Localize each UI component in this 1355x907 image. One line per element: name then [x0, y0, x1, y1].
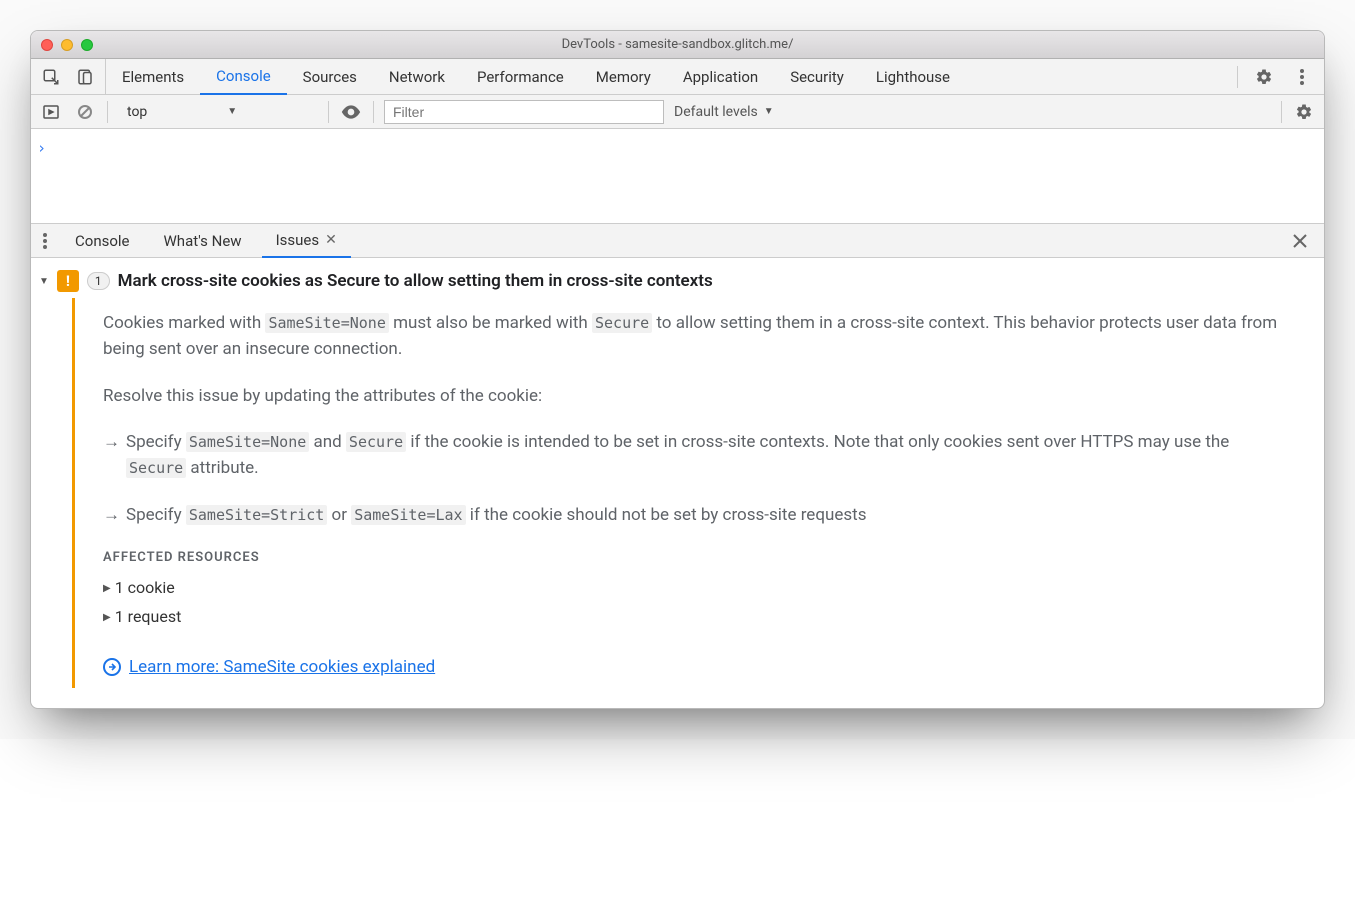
- window-maximize-button[interactable]: [81, 39, 93, 51]
- arrow-icon: →: [103, 429, 120, 482]
- drawer-tab-console[interactable]: Console: [61, 224, 144, 257]
- drawer-tab-whatsnew[interactable]: What's New: [150, 224, 256, 257]
- devtools-window: DevTools - samesite-sandbox.glitch.me/ E…: [30, 30, 1325, 709]
- issues-panel: ▼ ! 1 Mark cross-site cookies as Secure …: [31, 258, 1324, 708]
- issue-bullet-1: → Specify SameSite=None and Secure if th…: [103, 429, 1292, 482]
- tab-sources[interactable]: Sources: [287, 59, 373, 94]
- tab-security[interactable]: Security: [774, 59, 860, 94]
- issue-description: Cookies marked with SameSite=None must a…: [72, 298, 1318, 688]
- window-minimize-button[interactable]: [61, 39, 73, 51]
- tab-memory[interactable]: Memory: [580, 59, 667, 94]
- collapse-triangle-icon[interactable]: ▼: [39, 276, 49, 287]
- chevron-down-icon: ▼: [227, 106, 237, 117]
- main-tabstrip: Elements Console Sources Network Perform…: [31, 59, 1324, 95]
- context-selector[interactable]: top ▼: [118, 100, 318, 124]
- issue-paragraph-1: Cookies marked with SameSite=None must a…: [103, 310, 1292, 363]
- learn-more-link[interactable]: Learn more: SameSite cookies explained: [129, 654, 435, 680]
- affected-cookie-row[interactable]: ▶1 cookie: [103, 576, 1292, 601]
- drawer-close-icon[interactable]: [1288, 229, 1312, 253]
- tab-lighthouse[interactable]: Lighthouse: [860, 59, 966, 94]
- window-close-button[interactable]: [41, 39, 53, 51]
- settings-gear-icon[interactable]: [1252, 65, 1276, 89]
- issue-header[interactable]: ▼ ! 1 Mark cross-site cookies as Secure …: [37, 270, 1318, 292]
- tab-console[interactable]: Console: [200, 60, 287, 95]
- chevron-down-icon: ▼: [764, 106, 774, 117]
- warning-icon: !: [57, 270, 79, 292]
- console-toolbar: top ▼ Default levels ▼: [31, 95, 1324, 129]
- issue-title: Mark cross-site cookies as Secure to all…: [118, 271, 713, 291]
- more-menu-icon[interactable]: [1290, 65, 1314, 89]
- context-selector-value: top: [127, 104, 147, 120]
- drawer-tabstrip: Console What's New Issues ✕: [31, 224, 1324, 258]
- issue-paragraph-2: Resolve this issue by updating the attri…: [103, 383, 1292, 409]
- learn-more-row: Learn more: SameSite cookies explained: [103, 654, 1292, 680]
- tab-elements[interactable]: Elements: [106, 59, 200, 94]
- affected-resources-heading: AFFECTED RESOURCES: [103, 548, 1292, 568]
- device-toolbar-icon[interactable]: [73, 65, 97, 89]
- main-panel-tabs: Elements Console Sources Network Perform…: [106, 59, 966, 94]
- live-expression-eye-icon[interactable]: [339, 100, 363, 124]
- drawer-tab-issues[interactable]: Issues ✕: [262, 225, 351, 258]
- drawer-more-icon[interactable]: [35, 233, 55, 249]
- traffic-lights: [41, 39, 93, 51]
- inspect-element-icon[interactable]: [39, 65, 63, 89]
- console-prompt[interactable]: ›: [37, 139, 1318, 157]
- close-icon[interactable]: ✕: [325, 232, 337, 248]
- link-circle-arrow-icon: [103, 658, 121, 676]
- titlebar: DevTools - samesite-sandbox.glitch.me/: [31, 31, 1324, 59]
- console-settings-gear-icon[interactable]: [1292, 100, 1316, 124]
- tab-performance[interactable]: Performance: [461, 59, 580, 94]
- console-log-area[interactable]: ›: [31, 129, 1324, 224]
- issue-count-badge: 1: [87, 272, 110, 290]
- code-samesite-none: SameSite=None: [265, 313, 388, 333]
- expand-triangle-icon: ▶: [103, 581, 111, 597]
- filter-input[interactable]: [384, 100, 664, 124]
- clear-console-icon[interactable]: [73, 100, 97, 124]
- code-secure: Secure: [592, 313, 652, 333]
- log-levels-selector[interactable]: Default levels ▼: [674, 104, 774, 120]
- arrow-icon: →: [103, 502, 120, 528]
- toggle-sidebar-icon[interactable]: [39, 100, 63, 124]
- tab-network[interactable]: Network: [373, 59, 461, 94]
- expand-triangle-icon: ▶: [103, 610, 111, 626]
- window-title: DevTools - samesite-sandbox.glitch.me/: [31, 37, 1324, 52]
- affected-request-row[interactable]: ▶1 request: [103, 605, 1292, 630]
- issue-bullet-2: → Specify SameSite=Strict or SameSite=La…: [103, 502, 1292, 528]
- tab-application[interactable]: Application: [667, 59, 774, 94]
